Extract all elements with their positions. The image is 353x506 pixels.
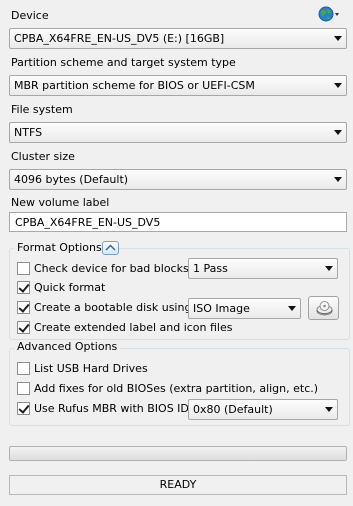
status-text: READY xyxy=(159,478,197,491)
boot-source-dropdown[interactable]: ISO Image xyxy=(188,298,301,319)
passes-dropdown[interactable]: 1 Pass xyxy=(188,258,338,279)
collapse-arrow-icon[interactable] xyxy=(102,241,119,255)
cluster-label: Cluster size xyxy=(11,150,75,163)
format-options-title: Format Options xyxy=(14,241,105,255)
status-bar: READY xyxy=(9,475,347,495)
rufus-mbr-label: Use Rufus MBR with BIOS ID xyxy=(34,402,189,415)
chevron-down-icon xyxy=(288,306,296,311)
partition-label: Partition scheme and target system type xyxy=(11,56,236,69)
quick-format-label: Quick format xyxy=(34,281,106,294)
globe-icon[interactable] xyxy=(318,6,340,22)
bad-blocks-checkbox[interactable] xyxy=(17,262,30,275)
boot-source-value: ISO Image xyxy=(193,302,250,315)
advanced-options-title: Advanced Options xyxy=(14,340,121,354)
chevron-down-icon xyxy=(334,83,342,88)
quick-format-checkbox[interactable] xyxy=(17,281,30,294)
cluster-value: 4096 bytes (Default) xyxy=(14,173,129,186)
device-label: Device xyxy=(11,9,49,22)
device-dropdown[interactable]: CPBA_X64FRE_EN-US_DV5 (E:) [16GB] xyxy=(9,28,347,49)
cluster-dropdown[interactable]: 4096 bytes (Default) xyxy=(9,169,347,190)
volume-label-input[interactable] xyxy=(10,213,346,231)
passes-value: 1 Pass xyxy=(193,262,228,275)
disk-drive-icon xyxy=(316,300,333,317)
chevron-down-icon xyxy=(334,177,342,182)
chevron-down-icon xyxy=(334,130,342,135)
bootable-label: Create a bootable disk using xyxy=(34,301,192,314)
old-bios-checkbox[interactable] xyxy=(17,382,30,395)
partition-dropdown[interactable]: MBR partition scheme for BIOS or UEFI-CS… xyxy=(9,75,347,96)
filesystem-label: File system xyxy=(11,103,73,116)
list-usb-checkbox[interactable] xyxy=(17,362,30,375)
list-usb-label: List USB Hard Drives xyxy=(34,362,148,375)
advanced-options-title-text: Advanced Options xyxy=(17,340,118,353)
volume-label: New volume label xyxy=(11,196,110,209)
bios-id-value: 0x80 (Default) xyxy=(193,403,273,416)
format-options-title-text: Format Options xyxy=(17,241,102,254)
filesystem-value: NTFS xyxy=(14,126,43,139)
chevron-down-icon xyxy=(334,36,342,41)
extended-label-label: Create extended label and icon files xyxy=(34,321,233,334)
device-value: CPBA_X64FRE_EN-US_DV5 (E:) [16GB] xyxy=(14,32,225,45)
bios-id-dropdown[interactable]: 0x80 (Default) xyxy=(188,399,338,420)
select-image-button[interactable] xyxy=(308,296,339,320)
rufus-mbr-checkbox[interactable] xyxy=(17,402,30,415)
filesystem-dropdown[interactable]: NTFS xyxy=(9,122,347,143)
progress-bar xyxy=(9,446,347,461)
extended-label-checkbox[interactable] xyxy=(17,321,30,334)
old-bios-label: Add fixes for old BIOSes (extra partitio… xyxy=(34,382,319,395)
chevron-down-icon xyxy=(325,407,333,412)
partition-value: MBR partition scheme for BIOS or UEFI-CS… xyxy=(14,79,255,92)
bad-blocks-label: Check device for bad blocks xyxy=(34,262,189,275)
volume-label-input-wrapper[interactable] xyxy=(9,212,347,232)
chevron-down-icon xyxy=(325,266,333,271)
bootable-checkbox[interactable] xyxy=(17,301,30,314)
